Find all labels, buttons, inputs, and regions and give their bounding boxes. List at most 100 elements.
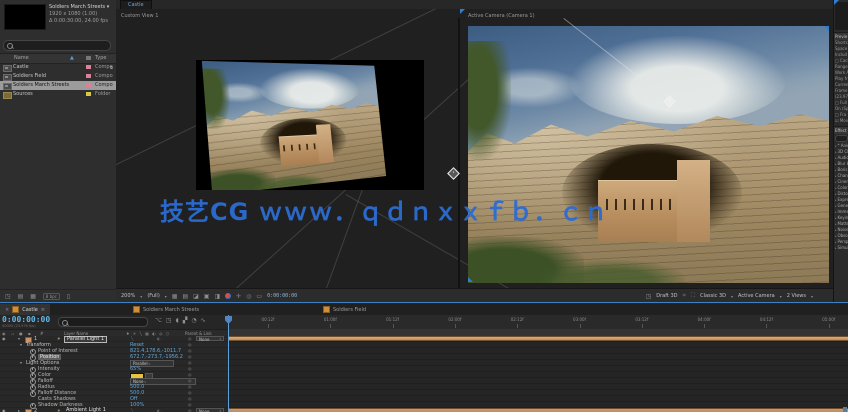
footage-plane-3d[interactable] [202, 61, 386, 190]
new-composition-icon[interactable]: ▦ [30, 293, 36, 300]
layer-quality-icon[interactable]: ╲ [131, 408, 133, 412]
interpret-footage-icon[interactable]: ◳ [5, 293, 11, 300]
effects-category[interactable]: Simul [834, 245, 848, 251]
magnification-dropdown[interactable]: 200% [121, 293, 135, 299]
rulers-icon[interactable]: ▤ [182, 293, 188, 300]
current-time-field[interactable]: 0:00:00:00 [2, 316, 50, 324]
viewer-tab-castle[interactable]: Castle [120, 0, 152, 9]
timeline-tab-castle[interactable]: × Castle≡ [0, 304, 50, 315]
active-camera-view[interactable] [468, 26, 829, 283]
fast-previews-icon[interactable]: ◍ [246, 293, 251, 300]
right-view-label[interactable]: Active Camera (Camera 1) [468, 13, 535, 19]
panel-menu-icon[interactable]: ≡ [41, 307, 45, 313]
timeline-tab-soldiers-march-streets[interactable]: Soldiers March Streets [128, 304, 204, 315]
draft-3d-toggle[interactable]: Draft 3D [656, 293, 677, 299]
ruler-tick-label: 02:12f [511, 317, 524, 322]
project-search-input[interactable] [3, 40, 111, 51]
resolution-dropdown[interactable]: (Full) [147, 293, 159, 299]
effects-presets-panel-header[interactable]: Effect [834, 126, 848, 134]
timeline-tab-soldiers-field[interactable]: Soldiers Field [318, 304, 371, 315]
snapshot-camera-icon[interactable]: ▭ [256, 293, 262, 300]
column-type[interactable]: Type [95, 55, 106, 61]
pane-corner-marker [834, 0, 839, 5]
extended-viewer-icon[interactable]: ⛶ [691, 292, 695, 300]
preview-panel-rows: ShortcSpaceInclud□ CachRangeWork APlay f… [834, 40, 848, 124]
sort-ascending-icon[interactable]: ▲ [70, 55, 74, 61]
exposure-icon[interactable]: ✛ [236, 293, 241, 300]
ruler-tick [517, 324, 518, 328]
project-item-soldiers-march-streets[interactable]: Soldiers March StreetsCompo [0, 81, 116, 90]
custom-view-comp-frame[interactable] [196, 60, 424, 190]
draft-3d-icon[interactable]: ◳ [646, 293, 652, 300]
viewer-timecode[interactable]: 0:00:00:00 [267, 293, 297, 299]
layer-visibility-eye-icon[interactable]: ◉ [2, 408, 6, 412]
ruler-tick-label: 04:00f [698, 317, 711, 322]
region-of-interest-icon[interactable]: ▣ [204, 293, 210, 300]
parent-pick-whip-icon[interactable]: ◎ [188, 408, 192, 412]
effects-search-input[interactable] [835, 135, 848, 142]
renderer-dropdown[interactable]: Classic 3D [700, 293, 726, 299]
transparency-grid-icon[interactable]: ◨ [214, 293, 220, 300]
track-row-ambient-light-1[interactable] [228, 408, 848, 412]
ruler-tick-label: 02:00f [448, 317, 461, 322]
ruler-tick-label: 01:00f [324, 317, 337, 322]
timeline-tab-label: Soldiers March Streets [143, 307, 199, 313]
composition-mini-flowchart-icon[interactable]: ⌥ [155, 317, 162, 324]
layer-motion-blur-icon[interactable]: ◐ [157, 408, 161, 412]
pane-corner-marker [824, 26, 829, 31]
label-chip[interactable] [86, 65, 91, 69]
viewer-panes: Custom View 1 [116, 9, 833, 288]
layer-expander-icon[interactable]: ▸ [18, 408, 20, 412]
label-column-icon[interactable] [86, 56, 91, 60]
preview-option[interactable]: ☑ Mov [834, 118, 848, 124]
project-comp-dimensions: 1920 x 1080 (1.00) [49, 11, 109, 18]
timeline-controls: 0:00:00:00 00000 (23.976 fps) ⌥ ◳ ◖ ▞ ◔ … [0, 315, 228, 329]
layer-duration-bar[interactable] [228, 336, 848, 341]
view-divider[interactable] [458, 18, 460, 288]
time-ruler[interactable]: 00:12f01:00f01:12f02:00f02:12f03:00f03:1… [228, 315, 848, 330]
layer-name[interactable]: Ambient Light 1 [64, 408, 108, 412]
project-selected-comp-title[interactable]: Soldiers March Streets ▾ [49, 4, 109, 11]
frame-blending-icon[interactable]: ▞ [183, 317, 188, 324]
label-chip[interactable] [86, 92, 91, 96]
playhead-line[interactable] [228, 315, 229, 412]
left-view-label[interactable]: Custom View 1 [121, 13, 158, 19]
comp-open-icon: ⧉ [110, 63, 113, 72]
parent-dropdown[interactable]: None▾ [196, 336, 224, 341]
mask-visibility-icon[interactable]: ◪ [193, 293, 199, 300]
ruler-tick-label: 05:00f [822, 317, 835, 322]
timeline-row-ambient-light-1: ◉▸2☀Ambient Light 1╲◐◎None▾ [0, 408, 228, 412]
project-item-name: Soldiers March Streets [13, 81, 83, 90]
ruler-tick [393, 324, 394, 328]
ruler-tick [330, 324, 331, 328]
trash-icon[interactable]: ▯ [67, 293, 70, 300]
draft-3d-toggle-icon[interactable]: ◳ [166, 317, 172, 324]
timeline-scrollbar-thumb[interactable] [843, 407, 847, 412]
timeline-tab-label: Castle [22, 307, 38, 313]
grid-guides-icon[interactable]: ▦ [172, 293, 178, 300]
ground-plane-icon[interactable]: ⌗ [683, 292, 686, 300]
close-icon[interactable]: × [5, 307, 9, 313]
layer-duration-bar[interactable] [228, 408, 848, 412]
view-layout-camera-dropdown[interactable]: Active Camera [738, 293, 775, 299]
channel-selector-icon[interactable] [225, 293, 231, 299]
column-name[interactable]: Name [14, 55, 29, 61]
project-item-castle[interactable]: CastleCompo⧉ [0, 63, 116, 72]
graph-editor-icon[interactable]: ∿ [201, 317, 206, 324]
project-item-sources[interactable]: SourcesFolder [0, 90, 116, 99]
color-depth-button[interactable]: 8 bpc [43, 293, 60, 300]
preview-thumbnail [835, 2, 848, 30]
hide-shy-layers-icon[interactable]: ◖ [176, 317, 179, 324]
chevron-down-icon: ▾ [140, 294, 142, 299]
frame-count-readout: 00000 (23.976 fps) [2, 324, 36, 328]
parent-dropdown[interactable]: None▾ [196, 408, 224, 412]
timeline-search-input[interactable] [58, 317, 148, 327]
new-folder-icon[interactable]: ▤ [18, 293, 24, 300]
views-count-dropdown[interactable]: 2 Views [787, 293, 806, 299]
label-chip[interactable] [86, 83, 91, 87]
motion-blur-icon[interactable]: ◔ [191, 317, 196, 324]
project-preview-thumbnail [4, 4, 46, 30]
label-chip[interactable] [86, 74, 91, 78]
project-item-soldiers-field[interactable]: Soldiers FieldCompo [0, 72, 116, 81]
preview-panel-header[interactable]: Previe [834, 32, 848, 40]
